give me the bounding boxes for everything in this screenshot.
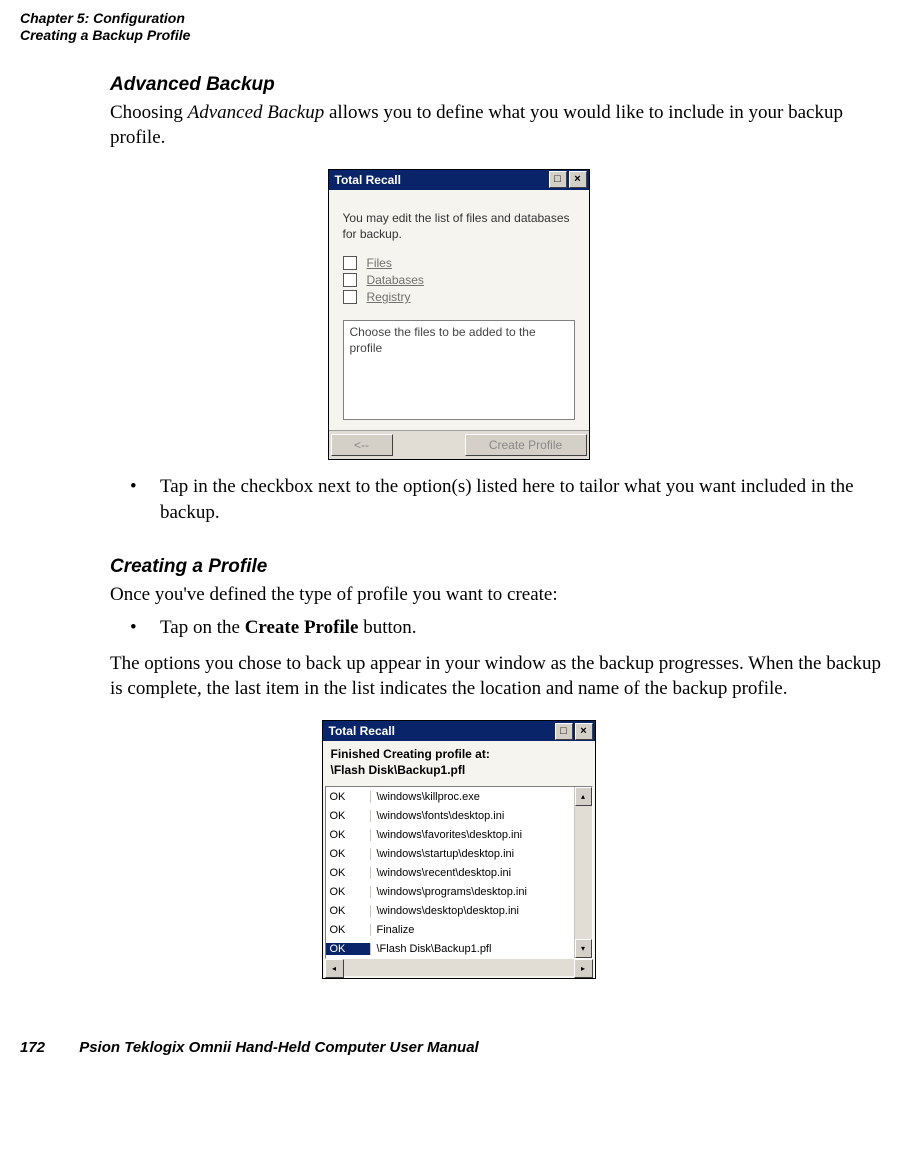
- window-title: Total Recall: [329, 724, 553, 738]
- status-cell: OK: [326, 791, 371, 803]
- path-cell: \windows\desktop\desktop.ini: [371, 905, 574, 917]
- status-cell: OK: [326, 829, 371, 841]
- table-row[interactable]: OK\windows\startup\desktop.ini: [326, 844, 574, 863]
- message-box: Choose the files to be added to the prof…: [343, 320, 575, 420]
- titlebar: Total Recall □ ×: [323, 721, 595, 741]
- running-head-chapter: Chapter 5: Configuration: [20, 10, 897, 27]
- status-cell: OK: [326, 886, 371, 898]
- para-backup-progress: The options you chose to back up appear …: [110, 651, 887, 702]
- horizontal-scrollbar[interactable]: ◂ ▸: [325, 959, 593, 976]
- finished-line1: Finished Creating profile at:: [331, 747, 490, 761]
- table-row[interactable]: OK\Flash Disk\Backup1.pfl: [326, 939, 574, 958]
- option-label-registry[interactable]: Registry: [367, 290, 411, 304]
- path-cell: \Flash Disk\Backup1.pfl: [371, 943, 574, 955]
- status-cell: OK: [326, 943, 371, 955]
- table-row[interactable]: OK\windows\programs\desktop.ini: [326, 882, 574, 901]
- table-row[interactable]: OK\windows\killproc.exe: [326, 787, 574, 806]
- create-profile-button[interactable]: Create Profile: [465, 434, 587, 456]
- running-head-section: Creating a Backup Profile: [20, 27, 897, 44]
- maximize-icon[interactable]: □: [555, 723, 573, 740]
- close-icon[interactable]: ×: [569, 171, 587, 188]
- total-recall-window-1: Total Recall □ × You may edit the list o…: [328, 169, 590, 460]
- status-cell: OK: [326, 924, 371, 936]
- status-cell: OK: [326, 848, 371, 860]
- table-row[interactable]: OK\windows\desktop\desktop.ini: [326, 901, 574, 920]
- para-advanced-backup: Choosing Advanced Backup allows you to d…: [110, 100, 887, 151]
- para-italic: Advanced Backup: [188, 102, 325, 123]
- path-cell: \windows\recent\desktop.ini: [371, 867, 574, 879]
- table-row[interactable]: OK\windows\favorites\desktop.ini: [326, 825, 574, 844]
- option-label-files[interactable]: Files: [367, 256, 392, 270]
- path-cell: Finalize: [371, 924, 574, 936]
- option-row-databases[interactable]: Databases: [343, 273, 575, 287]
- back-button[interactable]: <--: [331, 434, 393, 456]
- bullet-tap-create: • Tap on the Create Profile button.: [130, 615, 887, 641]
- scroll-left-icon[interactable]: ◂: [325, 959, 344, 978]
- bullet-bold: Create Profile: [245, 617, 359, 638]
- maximize-icon[interactable]: □: [549, 171, 567, 188]
- path-cell: \windows\programs\desktop.ini: [371, 886, 574, 898]
- option-label-databases[interactable]: Databases: [367, 273, 424, 287]
- footer-text: Psion Teklogix Omnii Hand-Held Computer …: [79, 1039, 479, 1056]
- window-footer: <-- Create Profile: [329, 430, 589, 459]
- bullet-prefix: Tap on the: [160, 617, 245, 638]
- table-row[interactable]: OKFinalize: [326, 920, 574, 939]
- path-cell: \windows\favorites\desktop.ini: [371, 829, 574, 841]
- close-icon[interactable]: ×: [575, 723, 593, 740]
- finished-line2: \Flash Disk\Backup1.pfl: [331, 763, 466, 777]
- status-cell: OK: [326, 905, 371, 917]
- path-cell: \windows\killproc.exe: [371, 791, 574, 803]
- table-row[interactable]: OK\windows\fonts\desktop.ini: [326, 806, 574, 825]
- total-recall-window-2: Total Recall □ × Finished Creating profi…: [322, 720, 596, 979]
- bullet-text: Tap on the Create Profile button.: [160, 615, 887, 641]
- hint-text: You may edit the list of files and datab…: [343, 210, 575, 242]
- status-cell: OK: [326, 867, 371, 879]
- page-footer: 172 Psion Teklogix Omnii Hand-Held Compu…: [20, 1039, 897, 1056]
- result-list: OK\windows\killproc.exeOK\windows\fonts\…: [325, 786, 593, 959]
- page-number: 172: [20, 1039, 45, 1056]
- option-row-files[interactable]: Files: [343, 256, 575, 270]
- titlebar: Total Recall □ ×: [329, 170, 589, 190]
- table-row[interactable]: OK\windows\recent\desktop.ini: [326, 863, 574, 882]
- scroll-up-icon[interactable]: ▴: [575, 787, 592, 806]
- scroll-track[interactable]: [344, 959, 574, 976]
- path-cell: \windows\fonts\desktop.ini: [371, 810, 574, 822]
- checkbox-registry[interactable]: [343, 290, 357, 304]
- status-cell: OK: [326, 810, 371, 822]
- finished-message: Finished Creating profile at: \Flash Dis…: [323, 741, 595, 786]
- bullet-icon: •: [130, 474, 160, 525]
- vertical-scrollbar[interactable]: ▴ ▾: [575, 787, 592, 958]
- bullet-suffix: button.: [358, 617, 416, 638]
- bullet-text: Tap in the checkbox next to the option(s…: [160, 474, 887, 525]
- option-row-registry[interactable]: Registry: [343, 290, 575, 304]
- para-define-profile: Once you've defined the type of profile …: [110, 582, 887, 608]
- bullet-icon: •: [130, 615, 160, 641]
- scroll-track[interactable]: [575, 806, 592, 939]
- heading-creating-profile: Creating a Profile: [110, 556, 897, 578]
- scroll-right-icon[interactable]: ▸: [574, 959, 593, 978]
- checkbox-databases[interactable]: [343, 273, 357, 287]
- window-title: Total Recall: [335, 173, 547, 187]
- bullet-tap-checkbox: • Tap in the checkbox next to the option…: [130, 474, 887, 525]
- scroll-down-icon[interactable]: ▾: [575, 939, 592, 958]
- checkbox-files[interactable]: [343, 256, 357, 270]
- para-prefix: Choosing: [110, 102, 188, 123]
- heading-advanced-backup: Advanced Backup: [110, 74, 897, 96]
- path-cell: \windows\startup\desktop.ini: [371, 848, 574, 860]
